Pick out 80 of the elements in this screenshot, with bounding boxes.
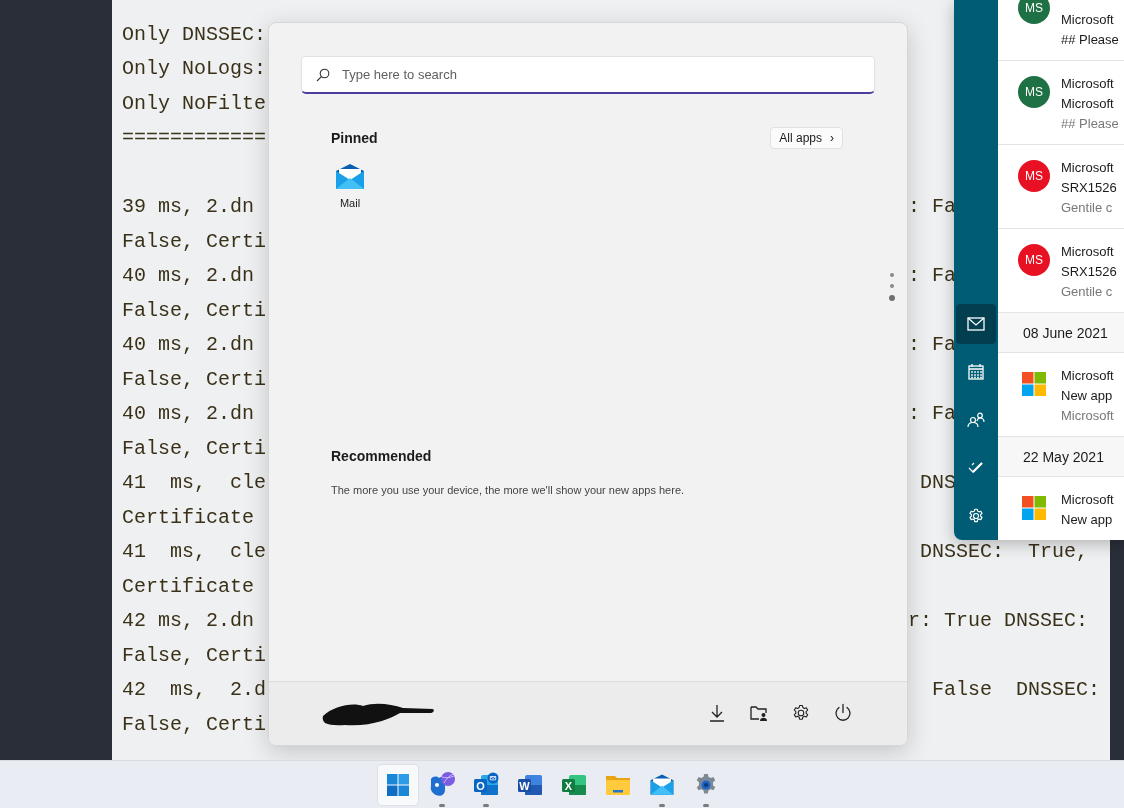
terminal-line: ============ — [122, 126, 267, 149]
power-icon — [833, 702, 853, 723]
terminal-line: 39 ms, 2.dn — [122, 195, 255, 218]
message-text: New app — [1061, 511, 1114, 529]
checkmark-icon — [968, 461, 984, 475]
page-dot[interactable] — [890, 284, 894, 288]
terminal-line: False, Certi — [122, 298, 267, 322]
avatar: MS — [1018, 244, 1050, 276]
message-text: Microsoft — [1061, 491, 1114, 509]
message-text: ## Please — [1061, 31, 1119, 49]
mail-app-icon — [334, 163, 366, 191]
section-title: Recommended — [331, 448, 433, 464]
terminal-line: Certificate — [122, 505, 255, 529]
terminal-line: False, Certi — [122, 643, 267, 667]
avatar: MS — [1018, 76, 1050, 108]
terminal-line: 41 ms, cle — [122, 471, 267, 494]
terminal-line: 42 ms, 2.d — [122, 678, 267, 701]
terminal-line: False, Certi — [122, 712, 267, 736]
section-title: Pinned — [331, 130, 378, 146]
message-text: Microsoft — [1061, 367, 1114, 385]
terminal-line: : Fa — [908, 263, 956, 289]
terminal-line: DNS — [919, 470, 956, 496]
terminal-line: False, Certi — [122, 436, 267, 460]
avatar: MS — [1018, 0, 1050, 24]
people-icon — [967, 412, 985, 428]
terminal-line: Only NoFilte — [122, 91, 267, 115]
message-text: SRX1526 — [1061, 263, 1117, 281]
terminal-line: Certificate — [122, 574, 255, 598]
terminal-line: : Fa — [908, 332, 956, 358]
all-apps-button[interactable]: All apps › — [770, 127, 843, 149]
app-icon — [428, 770, 456, 799]
message-text: Microsoft — [1061, 75, 1115, 93]
terminal-line: False, Certi — [122, 367, 267, 391]
settings-icon — [967, 507, 985, 525]
terminal-line: 40 ms, 2.dn — [122, 333, 255, 356]
terminal-line: DNSSEC: True, — [919, 539, 1089, 565]
page-dot[interactable] — [890, 273, 894, 277]
taskbar-button[interactable]: X — [554, 764, 594, 805]
pinned-app[interactable]: Mail — [317, 163, 383, 209]
message-text: Gentile c — [1061, 199, 1114, 217]
message-text: Microsoft — [1061, 95, 1115, 113]
avatar: MS — [1018, 160, 1050, 192]
terminal-line: : Fa — [908, 401, 956, 427]
mail-icon — [967, 317, 985, 331]
download-icon — [707, 702, 727, 723]
terminal-line: Only DNSSEC: — [122, 22, 267, 46]
taskbar-button[interactable]: O — [466, 764, 506, 805]
taskbar-button[interactable]: W — [510, 764, 550, 805]
terminal-line: 41 ms, cle — [122, 540, 267, 563]
message-text: SRX1526 — [1061, 179, 1117, 197]
nav-button[interactable] — [956, 304, 996, 344]
message-item[interactable]: Microsoft New app — [998, 477, 1124, 540]
terminal-line: 40 ms, 2.dn — [122, 402, 255, 425]
recommended-text: The more you use your device, the more we'll show your new apps here. — [331, 484, 685, 496]
windows-icon — [386, 772, 410, 797]
terminal-line: Only NoLogs: — [122, 57, 267, 80]
message-text: Microsoft — [1061, 159, 1115, 177]
message-text: Gentile c — [1061, 283, 1114, 301]
date-header: 22 May 2021 — [998, 437, 1124, 477]
terminal-line: r: True DNSSEC: — [908, 608, 1089, 634]
message-text: ## Please — [1061, 115, 1119, 133]
search-icon — [316, 67, 330, 82]
mail-app-icon — [649, 772, 675, 797]
terminal-line: 40 ms, 2.dn — [122, 264, 255, 287]
message-text: Microsoft — [1061, 407, 1114, 425]
message-item[interactable]: MS Microsoft Microsoft ## Please — [998, 61, 1124, 145]
message-text: Microsoft — [1061, 11, 1115, 29]
calendar-icon — [968, 364, 984, 380]
settings-icon — [791, 702, 811, 723]
page-dot[interactable] — [889, 295, 895, 301]
terminal-line: False, Certi — [122, 229, 267, 253]
date-header: 08 June 2021 — [998, 313, 1124, 353]
message-text: New app — [1061, 387, 1114, 405]
terminal-line: False DNSSEC: — [931, 677, 1101, 703]
message-text: Microsoft — [1061, 243, 1115, 261]
terminal-line: 42 ms, 2.dn — [122, 609, 255, 632]
message-item[interactable]: MS Microsoft ## Please — [998, 0, 1124, 61]
terminal-line: : Fa — [908, 194, 956, 220]
taskbar-button[interactable] — [378, 764, 418, 805]
message-item[interactable]: MS Microsoft SRX1526 Gentile c — [998, 145, 1124, 229]
